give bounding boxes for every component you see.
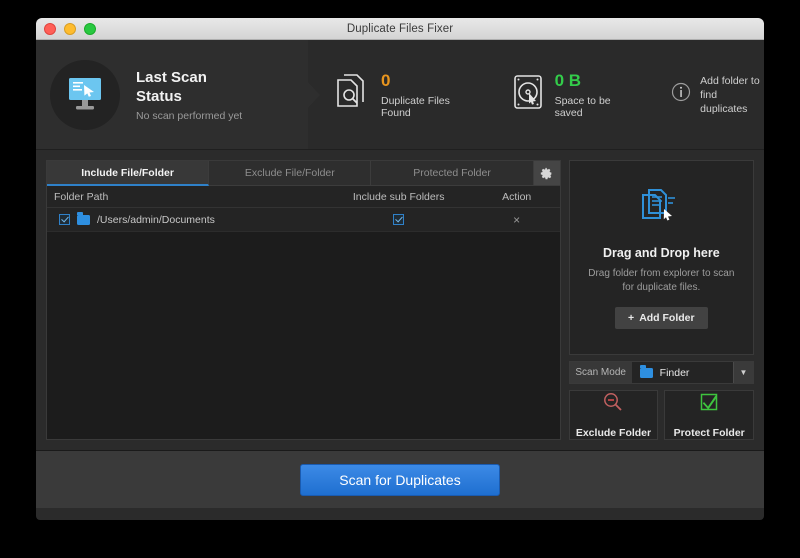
main-content: Include File/Folder Exclude File/Folder …	[36, 150, 764, 450]
document-search-icon	[336, 73, 370, 116]
monitor-icon	[50, 59, 120, 130]
status-subtitle: No scan performed yet	[136, 109, 243, 122]
protect-folder-label: Protect Folder	[673, 427, 745, 439]
hard-disk-search-icon	[512, 73, 544, 116]
gear-icon[interactable]	[533, 161, 560, 186]
title-bar: Duplicate Files Fixer	[36, 18, 764, 40]
magnifier-minus-icon	[602, 391, 624, 418]
folder-icon	[639, 365, 653, 378]
side-panel: Drag and Drop here Drag folder from expl…	[568, 160, 754, 440]
add-folder-hint: Add folder to find duplicates	[671, 74, 764, 116]
row-path-cell: /Users/admin/Documents	[47, 212, 324, 226]
column-action: Action	[502, 190, 532, 203]
footer-bar: Scan for Duplicates	[36, 450, 764, 508]
folder-icon	[77, 212, 90, 225]
space-saved-value: 0 B	[554, 70, 582, 90]
last-scan-status-text: Last Scan Status No scan performed yet	[136, 68, 242, 122]
scan-mode-select[interactable]: Finder	[632, 362, 733, 383]
info-icon	[671, 82, 691, 107]
duplicate-files-label: Duplicate Files Found	[381, 94, 450, 119]
drop-zone[interactable]: Drag and Drop here Drag folder from expl…	[568, 160, 754, 356]
folder-rows: /Users/admin/Documents ×	[47, 208, 560, 439]
side-action-buttons: Exclude Folder Protect Folder	[568, 390, 754, 440]
tab-bar: Include File/Folder Exclude File/Folder …	[47, 161, 560, 186]
protect-folder-button[interactable]: Protect Folder	[664, 390, 754, 440]
row-subfolders-checkbox[interactable]	[393, 214, 405, 225]
dropzone-title: Drag and Drop here	[602, 245, 720, 260]
scan-mode-value: Finder	[659, 366, 690, 379]
row-remove-button[interactable]: ×	[474, 213, 560, 227]
documents-cursor-icon	[639, 187, 683, 234]
plus-icon: +	[628, 311, 635, 324]
window-title: Duplicate Files Fixer	[346, 22, 454, 35]
stats-group: 0 Duplicate Files Found 0 B Space to be …	[308, 40, 764, 149]
add-folder-label: Add Folder	[639, 311, 695, 324]
row-select-checkbox[interactable]	[59, 214, 70, 225]
last-scan-status-panel: Last Scan Status No scan performed yet	[36, 40, 320, 149]
column-headers: Folder Path Include sub Folders Action	[47, 186, 560, 208]
status-title-line2: Status	[136, 87, 182, 105]
status-header: Last Scan Status No scan performed yet 0	[36, 40, 764, 150]
tab-include-file-folder[interactable]: Include File/Folder	[47, 161, 210, 186]
add-folder-button[interactable]: + Add Folder	[615, 306, 708, 329]
green-check-icon	[698, 391, 720, 418]
chevron-down-icon[interactable]: ▼	[733, 362, 753, 383]
scan-mode-row: Scan Mode Finder ▼	[568, 361, 754, 384]
hint-line2: find duplicates	[700, 88, 748, 115]
space-saved-label: Space to be saved	[554, 94, 611, 119]
app-window: Duplicate Files Fixer Last Scan Status N…	[36, 18, 764, 520]
folder-list-panel: Include File/Folder Exclude File/Folder …	[46, 160, 561, 440]
tab-exclude-file-folder[interactable]: Exclude File/Folder	[209, 161, 372, 186]
table-row[interactable]: /Users/admin/Documents ×	[47, 208, 560, 232]
column-subfolders: Include sub Folders	[352, 190, 445, 203]
exclude-folder-label: Exclude Folder	[575, 427, 652, 439]
hint-line1: Add folder to	[700, 74, 760, 87]
scan-mode-label: Scan Mode	[569, 362, 632, 383]
row-folder-path: /Users/admin/Documents	[97, 213, 215, 226]
status-title-line1: Last Scan	[136, 68, 207, 86]
dropzone-description: Drag folder from explorer to scan for du…	[588, 267, 735, 293]
stat-space-saved: 0 B Space to be saved	[512, 71, 638, 119]
scan-for-duplicates-button[interactable]: Scan for Duplicates	[300, 463, 500, 496]
column-folder-path: Folder Path	[54, 190, 109, 203]
duplicate-files-value: 0	[381, 70, 391, 90]
tab-protected-folder[interactable]: Protected Folder	[371, 161, 534, 186]
row-subfolders-cell	[324, 214, 474, 225]
exclude-folder-button[interactable]: Exclude Folder	[568, 390, 659, 440]
stat-duplicate-files: 0 Duplicate Files Found	[336, 71, 478, 119]
